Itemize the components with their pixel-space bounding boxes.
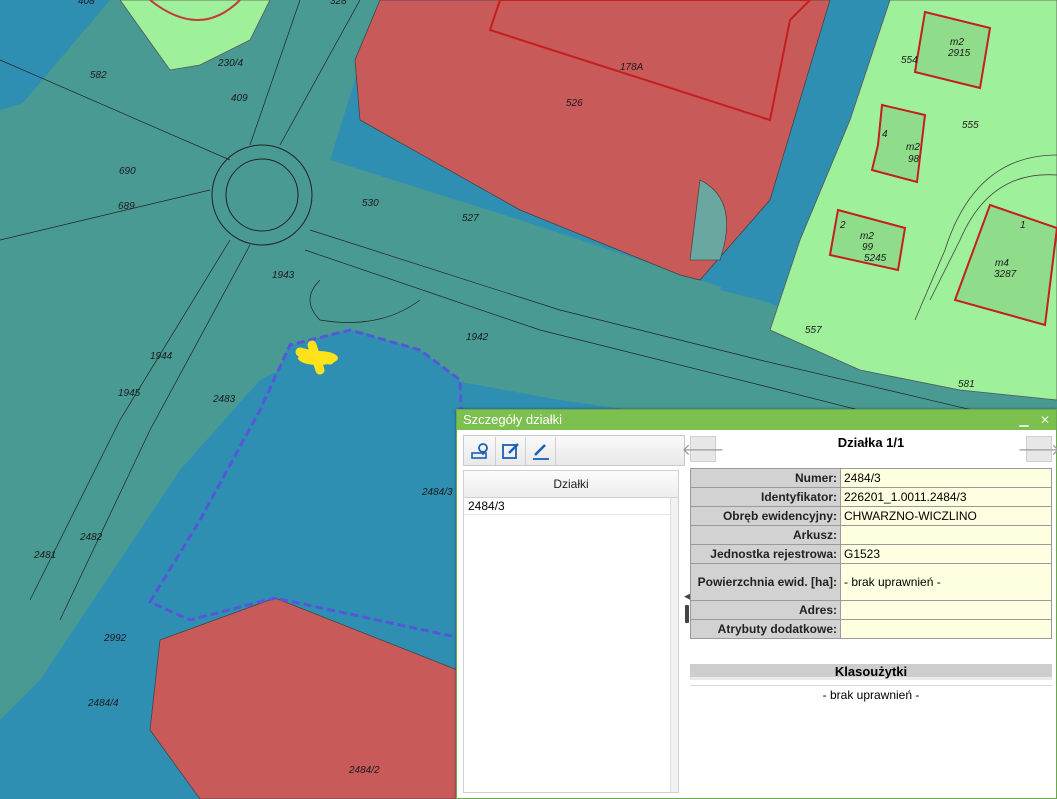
map-label: 530 — [362, 198, 379, 209]
table-row: Adres: — [690, 600, 1052, 620]
map-label: 3287 — [994, 269, 1017, 280]
splitter-grip[interactable] — [685, 605, 689, 623]
map-label: 5245 — [864, 253, 887, 264]
minimize-button[interactable]: ▁ — [1019, 413, 1028, 427]
toolbar — [463, 435, 685, 466]
map-label: 2484/2 — [348, 765, 380, 776]
map-label: m2 — [906, 142, 920, 153]
edit-form-icon — [501, 442, 519, 459]
record-navigator: 🡐 Działka 1/1 🡒 — [682, 434, 1057, 464]
map-label: 1942 — [466, 332, 489, 343]
map-label: 555 — [962, 120, 979, 131]
map-label: 409 — [231, 93, 248, 104]
field-label: Arkusz: — [690, 525, 841, 545]
section-value: - brak uprawnień - — [822, 688, 920, 702]
map-label: 2915 — [947, 48, 971, 59]
field-value — [840, 525, 1052, 545]
table-row: Atrybuty dodatkowe: — [690, 619, 1052, 639]
map-label: 1944 — [150, 351, 173, 362]
parcel-details-window[interactable]: Szczegóły działki ▁ ✕ Działki 2484/3 ◀ 🡐… — [456, 409, 1057, 799]
map-label: 2484/3 — [421, 487, 453, 498]
edit-button[interactable] — [496, 436, 526, 465]
locate-on-map-button[interactable] — [466, 436, 496, 465]
map-label: 99 — [862, 242, 874, 253]
map-label: m2 — [950, 37, 964, 48]
table-row[interactable]: 2484/3 — [464, 498, 678, 515]
pen-icon — [532, 443, 549, 460]
map-label: 690 — [119, 166, 136, 177]
map-label: 527 — [462, 213, 479, 224]
parcel-grid: Działki 2484/3 — [463, 470, 679, 793]
map-label: 582 — [90, 70, 107, 81]
map-label: 689 — [118, 201, 135, 212]
field-value — [840, 600, 1052, 620]
map-label: 98 — [908, 154, 920, 165]
table-row: Arkusz: — [690, 525, 1052, 545]
parcel-details-pane: 🡐 Działka 1/1 🡒 Numer: 2484/3 Identyfika… — [682, 434, 1057, 796]
draw-button[interactable] — [526, 436, 556, 465]
map-locate-icon — [470, 442, 488, 459]
field-label: Powierzchnia ewid. [ha]: — [690, 563, 841, 601]
field-value — [840, 619, 1052, 639]
table-row: Jednostka rejestrowa: G1523 — [690, 544, 1052, 564]
field-value: G1523 — [840, 544, 1052, 564]
parcel-attributes-table: Numer: 2484/3 Identyfikator: 226201_1.00… — [690, 468, 1052, 639]
section-header: Klasoużytki — [690, 664, 1052, 680]
previous-record-button[interactable]: 🡐 — [682, 436, 724, 462]
table-row: Numer: 2484/3 — [690, 468, 1052, 488]
map-label: 1 — [1020, 220, 1026, 231]
field-label: Jednostka rejestrowa: — [690, 544, 841, 564]
map-label: 581 — [958, 379, 975, 390]
map-label: 230/4 — [217, 58, 243, 69]
map-label: 4 — [882, 129, 888, 140]
map-label: 2484/4 — [87, 698, 119, 709]
table-row: Powierzchnia ewid. [ha]: - brak uprawnie… — [690, 563, 1052, 601]
window-title: Szczegóły działki — [463, 412, 562, 427]
field-label: Identyfikator: — [690, 487, 841, 507]
roundabout-inner — [225, 158, 299, 232]
field-label: Numer: — [690, 468, 841, 488]
map-label: 554 — [901, 55, 918, 66]
field-value: 2484/3 — [840, 468, 1052, 488]
map-label: 2 — [839, 220, 846, 231]
field-value: CHWARZNO-WICZLINO — [840, 506, 1052, 526]
grid-scrollbar[interactable] — [670, 498, 678, 792]
field-label: Obręb ewidencyjny: — [690, 506, 841, 526]
map-label: 1943 — [272, 270, 295, 281]
map-label: 526 — [566, 98, 583, 109]
map-label: m4 — [995, 258, 1009, 269]
divider — [690, 685, 1052, 686]
map-label: 1945 — [118, 388, 141, 399]
close-button[interactable]: ✕ — [1040, 413, 1050, 427]
field-label: Adres: — [690, 600, 841, 620]
map-label: 2483 — [212, 394, 236, 405]
map-label: m2 — [860, 231, 874, 242]
parcel-list-pane: Działki 2484/3 — [463, 435, 685, 793]
map-label: 2992 — [103, 633, 127, 644]
field-value: 226201_1.0011.2484/3 — [840, 487, 1052, 507]
grid-column-header[interactable]: Działki — [464, 471, 678, 498]
table-row: Identyfikator: 226201_1.0011.2484/3 — [690, 487, 1052, 507]
map-label: 328 — [330, 0, 347, 7]
window-titlebar[interactable]: Szczegóły działki ▁ ✕ — [457, 410, 1056, 430]
record-title: Działka 1/1 — [837, 435, 905, 450]
field-label: Atrybuty dodatkowe: — [690, 619, 841, 639]
next-record-button[interactable]: 🡒 — [1018, 436, 1057, 462]
table-row: Obręb ewidencyjny: CHWARZNO-WICZLINO — [690, 506, 1052, 526]
map-label: 2481 — [33, 550, 56, 561]
field-value: - brak uprawnień - — [840, 563, 1052, 601]
map-label: 557 — [805, 325, 822, 336]
arrow-left-icon: 🡐 — [681, 441, 725, 459]
map-label: 2482 — [79, 532, 103, 543]
selection-marker-blob — [298, 351, 338, 365]
map-label: 178A — [620, 62, 644, 73]
map-label: 408 — [78, 0, 95, 7]
arrow-right-icon: 🡒 — [1017, 441, 1057, 459]
